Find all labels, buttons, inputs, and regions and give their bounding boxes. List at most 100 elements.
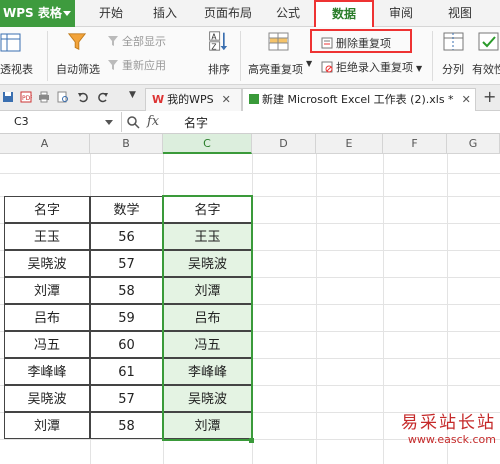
table-cell[interactable]: 61 bbox=[90, 358, 163, 385]
tab-excel-doc[interactable]: 新建 Microsoft Excel 工作表 (2).xls * ✕ bbox=[242, 88, 476, 111]
svg-text:Z: Z bbox=[211, 42, 216, 51]
table-cell[interactable]: 57 bbox=[90, 385, 163, 412]
table-cell[interactable]: 59 bbox=[90, 304, 163, 331]
table-cell[interactable]: 吕布 bbox=[4, 304, 90, 331]
table-cell[interactable]: 刘潭 bbox=[4, 277, 90, 304]
formula-input[interactable]: 名字 bbox=[184, 114, 208, 131]
selection-range bbox=[162, 195, 253, 441]
svg-text:A: A bbox=[211, 32, 217, 41]
ribbon-separator bbox=[47, 31, 48, 81]
app-menu-label: WPS 表格 bbox=[3, 6, 62, 20]
table-cell[interactable]: 吴晓波 bbox=[4, 385, 90, 412]
name-box[interactable]: C3 bbox=[0, 112, 122, 132]
table-cell[interactable]: 58 bbox=[90, 277, 163, 304]
validity-icon bbox=[478, 32, 499, 51]
menu-page-layout[interactable]: 页面布局 bbox=[201, 0, 255, 27]
ribbon-separator bbox=[432, 31, 433, 81]
table-cell[interactable]: 58 bbox=[90, 412, 163, 439]
menu-review[interactable]: 审阅 bbox=[384, 0, 418, 27]
menu-data[interactable]: 数据 bbox=[314, 0, 374, 28]
pivot-table-label: 透视表 bbox=[0, 63, 33, 76]
column-header-d[interactable]: D bbox=[252, 134, 316, 154]
function-icon[interactable]: fx bbox=[147, 114, 159, 129]
svg-text:PDF: PDF bbox=[22, 95, 32, 102]
table-header[interactable]: 名字 bbox=[4, 196, 90, 223]
close-icon[interactable]: ✕ bbox=[222, 93, 231, 106]
app-menu-button[interactable]: WPS 表格 bbox=[0, 0, 75, 27]
table-cell[interactable]: 刘潭 bbox=[4, 412, 90, 439]
reject-duplicates-label: 拒绝录入重复项 bbox=[336, 61, 413, 74]
table-cell[interactable]: 57 bbox=[90, 250, 163, 277]
funnel-icon bbox=[67, 33, 87, 51]
remove-duplicates-icon bbox=[321, 37, 333, 49]
text-to-columns-label: 分列 bbox=[442, 63, 464, 76]
export-pdf-icon[interactable]: PDF bbox=[20, 91, 32, 103]
table-cell[interactable]: 吴晓波 bbox=[4, 250, 90, 277]
fill-handle[interactable] bbox=[249, 438, 254, 443]
close-icon[interactable]: ✕ bbox=[462, 93, 471, 106]
chevron-down-icon bbox=[63, 11, 71, 16]
print-icon[interactable] bbox=[38, 91, 50, 103]
watermark: 易采站长站 www.easck.com bbox=[401, 408, 496, 446]
reject-duplicates-button[interactable]: 拒绝录入重复项 ▼ bbox=[321, 59, 422, 75]
new-tab-icon[interactable]: + bbox=[483, 87, 496, 106]
grid-line bbox=[316, 154, 317, 464]
document-tab-bar: PDF ▼ W 我的WPS ✕ 新建 Microsoft Excel 工作表 (2)… bbox=[0, 85, 500, 111]
table-cell[interactable]: 李峰峰 bbox=[4, 358, 90, 385]
column-header-g[interactable]: G bbox=[447, 134, 500, 154]
ribbon-separator bbox=[240, 31, 241, 81]
funnel-icon bbox=[108, 36, 118, 46]
table-header[interactable]: 数学 bbox=[90, 196, 163, 223]
watermark-url: www.easck.com bbox=[407, 433, 496, 446]
column-header-a[interactable]: A bbox=[0, 134, 90, 154]
column-header-c[interactable]: C bbox=[163, 134, 252, 154]
reapply-label: 重新应用 bbox=[122, 59, 166, 72]
split-columns-icon bbox=[443, 32, 464, 51]
spreadsheet-icon bbox=[249, 94, 259, 104]
table-cell[interactable]: 王玉 bbox=[4, 223, 90, 250]
chevron-down-icon bbox=[105, 120, 113, 125]
table-cell[interactable]: 冯五 bbox=[4, 331, 90, 358]
save-icon[interactable] bbox=[2, 91, 14, 103]
watermark-text: 易采站长站 bbox=[401, 413, 496, 433]
name-box-value: C3 bbox=[14, 115, 29, 128]
grid-line bbox=[383, 154, 384, 464]
highlight-duplicates-icon bbox=[268, 32, 289, 51]
tab-excel-doc-label: 新建 Microsoft Excel 工作表 (2).xls * bbox=[262, 93, 454, 106]
pivot-table-icon bbox=[0, 33, 21, 52]
funnel-icon bbox=[108, 60, 118, 70]
zoom-icon[interactable] bbox=[127, 116, 140, 129]
grid-line bbox=[0, 173, 500, 174]
menu-view[interactable]: 视图 bbox=[443, 0, 477, 27]
remove-duplicates-label: 删除重复项 bbox=[336, 37, 391, 50]
remove-duplicates-button[interactable]: 删除重复项 bbox=[321, 35, 391, 51]
sort-label: 排序 bbox=[208, 63, 230, 76]
formula-bar: C3 fx 名字 bbox=[0, 111, 500, 134]
column-header-e[interactable]: E bbox=[316, 134, 383, 154]
tab-my-wps[interactable]: W 我的WPS ✕ bbox=[145, 88, 242, 111]
ribbon: 透视表 自动筛选 全部显示 重新应用 A Z 排序 高亮重复项 ▼ 删除重复项 … bbox=[0, 27, 500, 85]
chevron-down-icon[interactable]: ▼ bbox=[129, 90, 136, 100]
chevron-down-icon: ▼ bbox=[416, 64, 423, 73]
show-all-label: 全部显示 bbox=[122, 35, 166, 48]
autofilter-label: 自动筛选 bbox=[56, 63, 100, 76]
highlight-duplicates-label: 高亮重复项 bbox=[248, 63, 303, 76]
column-header-b[interactable]: B bbox=[90, 134, 163, 154]
menu-home[interactable]: 开始 bbox=[94, 0, 128, 27]
menu-bar: WPS 表格 开始 插入 页面布局 公式 数据 审阅 视图 bbox=[0, 0, 500, 28]
print-preview-icon[interactable] bbox=[57, 91, 69, 103]
reject-duplicates-icon bbox=[321, 61, 333, 73]
reapply-button[interactable]: 重新应用 bbox=[107, 57, 166, 73]
wps-logo-icon: W bbox=[152, 93, 165, 106]
undo-icon[interactable] bbox=[77, 91, 89, 103]
validity-label: 有效性 bbox=[472, 63, 500, 76]
table-cell[interactable]: 60 bbox=[90, 331, 163, 358]
redo-icon[interactable] bbox=[97, 91, 109, 103]
sort-az-icon: A Z bbox=[209, 31, 228, 51]
tab-my-wps-label: 我的WPS bbox=[167, 93, 214, 106]
column-header-f[interactable]: F bbox=[383, 134, 447, 154]
table-cell[interactable]: 56 bbox=[90, 223, 163, 250]
menu-formula[interactable]: 公式 bbox=[271, 0, 305, 27]
show-all-button[interactable]: 全部显示 bbox=[107, 33, 166, 49]
menu-insert[interactable]: 插入 bbox=[151, 0, 179, 27]
